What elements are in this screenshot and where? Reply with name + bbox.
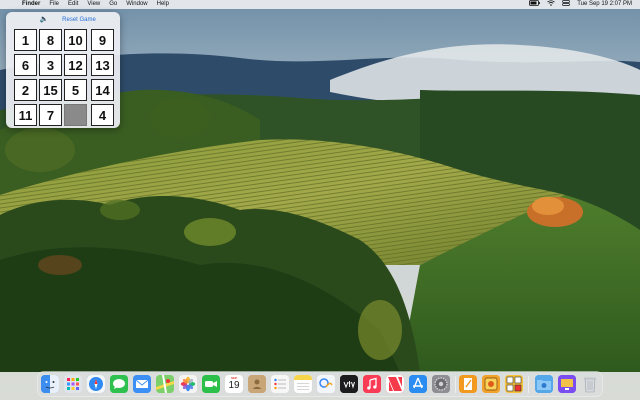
facetime-icon[interactable] — [202, 375, 220, 393]
menu-go[interactable]: Go — [109, 0, 117, 9]
wifi-icon[interactable] — [547, 0, 555, 10]
notes-icon[interactable] — [294, 375, 312, 393]
game-app-icon[interactable] — [482, 375, 500, 393]
dock-separator — [528, 376, 529, 393]
system-settings-icon[interactable] — [432, 375, 450, 393]
game-toolbar: 🔈 Reset Game — [6, 12, 120, 28]
puzzle-tile[interactable]: 3 — [39, 54, 62, 76]
menu-edit[interactable]: Edit — [68, 0, 78, 9]
battery-icon[interactable] — [529, 0, 540, 10]
puzzle-tile[interactable]: 12 — [64, 54, 87, 76]
launchpad-icon[interactable] — [64, 375, 82, 393]
screen-capture-icon[interactable] — [558, 375, 576, 393]
puzzle-game-window: 🔈 Reset Game 1 8 10 9 6 3 12 13 2 15 5 1… — [6, 12, 120, 128]
news-icon[interactable] — [386, 375, 404, 393]
messages-icon[interactable] — [110, 375, 128, 393]
empty-slot — [64, 104, 87, 126]
puzzle-tile[interactable]: 14 — [91, 79, 114, 101]
puzzle-tile[interactable]: 13 — [91, 54, 114, 76]
puzzle-tile[interactable]: 11 — [14, 104, 37, 126]
tv-icon[interactable] — [340, 375, 358, 393]
dock-separator — [455, 376, 456, 393]
puzzle-tile[interactable]: 5 — [64, 79, 87, 101]
reset-game-button[interactable]: Reset Game — [58, 15, 100, 25]
puzzle-tile[interactable]: 6 — [14, 54, 37, 76]
trash-icon[interactable] — [581, 375, 599, 393]
downloads-folder-icon[interactable] — [535, 375, 553, 393]
menu-view[interactable]: View — [87, 0, 100, 9]
puzzle-tile[interactable]: 7 — [39, 104, 62, 126]
photos-icon[interactable] — [179, 375, 197, 393]
dock: SEP 19 — [37, 371, 603, 397]
freeform-icon[interactable] — [317, 375, 335, 393]
menu-window[interactable]: Window — [126, 0, 147, 9]
finder-icon[interactable] — [41, 375, 59, 393]
maps-icon[interactable] — [156, 375, 174, 393]
music-icon[interactable] — [363, 375, 381, 393]
puzzle-tile[interactable]: 2 — [14, 79, 37, 101]
control-center-icon[interactable] — [562, 0, 571, 10]
menu-bar: Finder File Edit View Go Window Help Tue… — [0, 0, 640, 9]
puzzle-tile[interactable]: 10 — [64, 29, 87, 51]
menu-file[interactable]: File — [49, 0, 59, 9]
puzzle-tile[interactable]: 9 — [91, 29, 114, 51]
contacts-icon[interactable] — [248, 375, 266, 393]
menu-help[interactable]: Help — [157, 0, 169, 9]
safari-icon[interactable] — [87, 375, 105, 393]
puzzle-tile[interactable]: 1 — [14, 29, 37, 51]
menu-app-name[interactable]: Finder — [22, 0, 40, 9]
mail-icon[interactable] — [133, 375, 151, 393]
sound-toggle-button[interactable]: 🔈 — [34, 15, 54, 25]
puzzle-board: 1 8 10 9 6 3 12 13 2 15 5 14 11 7 4 — [14, 29, 117, 126]
puzzle-tile[interactable]: 8 — [39, 29, 62, 51]
reminders-icon[interactable] — [271, 375, 289, 393]
menu-clock[interactable]: Tue Sep 19 2:07 PM — [577, 0, 632, 9]
app-store-icon[interactable] — [409, 375, 427, 393]
puzzle-15-icon[interactable] — [505, 375, 523, 393]
puzzle-tile[interactable]: 4 — [91, 104, 114, 126]
calendar-day-label: 19 — [228, 380, 240, 391]
calendar-icon[interactable]: SEP 19 — [225, 375, 243, 393]
pages-icon[interactable] — [459, 375, 477, 393]
puzzle-tile[interactable]: 15 — [39, 79, 62, 101]
